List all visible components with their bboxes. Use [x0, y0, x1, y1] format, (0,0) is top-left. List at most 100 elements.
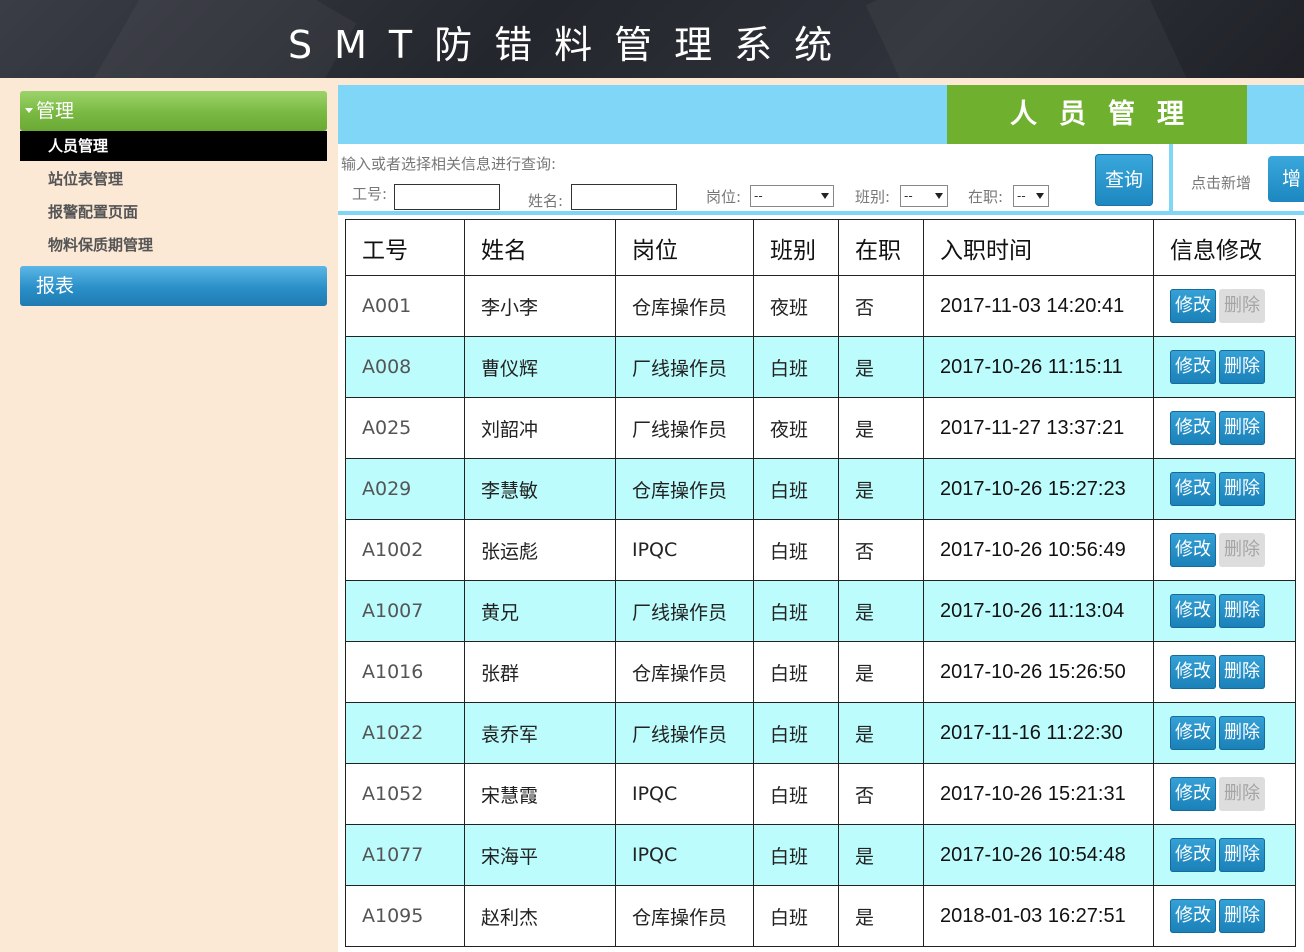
table-row: A1002 张运彪 IPQC 白班否 2017-10-26 10:56:49 修改 删除 [345, 519, 1296, 581]
employee-id-cell: A1002 [345, 519, 465, 581]
edit-button[interactable]: 修改 [1170, 411, 1216, 445]
edit-button[interactable]: 修改 [1170, 838, 1216, 872]
delete-button[interactable]: 删除 [1219, 655, 1265, 689]
name-cell: 张运彪 [464, 519, 616, 581]
sidebar-group-manage[interactable]: 管理 [20, 91, 327, 131]
shift-label: 班别: [855, 188, 891, 206]
page-title: 人员管理 [947, 85, 1247, 144]
post-select-value: -- [754, 189, 763, 203]
dropdown-arrow-icon [821, 193, 829, 199]
edit-button[interactable]: 修改 [1170, 655, 1216, 689]
table-row: A1022 袁乔军 厂线操作员 白班是 2017-11-16 11:22:30 修改 删除 [345, 702, 1296, 764]
edit-button[interactable]: 修改 [1170, 350, 1216, 384]
app-title: SMT防错料管理系统 [288, 23, 855, 67]
name-cell: 宋慧霞 [464, 763, 616, 825]
hire-time-cell: 2017-10-26 15:26:50 [923, 641, 1154, 703]
edit-button[interactable]: 修改 [1170, 777, 1216, 811]
shift-select-value: -- [904, 189, 913, 203]
employee-id-cell: A1077 [345, 824, 465, 886]
name-cell: 宋海平 [464, 824, 616, 886]
actions-cell: 修改 删除 [1153, 458, 1296, 520]
shift-cell: 白班 [753, 824, 839, 886]
employed-label: 在职: [968, 188, 1004, 206]
delete-button[interactable]: 删除 [1219, 350, 1265, 384]
shift-select[interactable]: -- [900, 185, 948, 207]
employee-id-cell: A008 [345, 336, 465, 398]
post-cell: IPQC [615, 824, 754, 886]
delete-button[interactable]: 删除 [1219, 472, 1265, 506]
employed-select[interactable]: -- [1013, 185, 1049, 207]
table-row: A1016 张群 仓库操作员 白班是 2017-10-26 15:26:50 修改 删除 [345, 641, 1296, 703]
search-panel: 输入或者选择相关信息进行查询: 工号: 姓名: 岗位: -- 班别: -- 在职… [338, 144, 1304, 215]
employed-cell: 否 [838, 763, 924, 825]
header-hire-time[interactable]: 入职时间 [923, 219, 1154, 276]
name-input[interactable] [571, 184, 677, 210]
table-row: A001 李小李 仓库操作员 夜班否 2017-11-03 14:20:41 修改 删除 [345, 275, 1296, 337]
table-row: A029 李慧敏 仓库操作员 白班是 2017-10-26 15:27:23 修改 删除 [345, 458, 1296, 520]
employee-id-input[interactable] [394, 184, 500, 210]
name-cell: 黄兄 [464, 580, 616, 642]
sidebar-group-label: 报表 [36, 275, 75, 297]
post-select[interactable]: -- [750, 185, 834, 207]
sidebar: 管理 人员管理 站位表管理 报警配置页面 物料保质期管理 报表 [0, 78, 338, 952]
edit-button[interactable]: 修改 [1170, 899, 1216, 933]
header-name[interactable]: 姓名 [464, 219, 616, 276]
edit-button[interactable]: 修改 [1170, 716, 1216, 750]
delete-button[interactable]: 删除 [1219, 411, 1265, 445]
delete-button[interactable]: 删除 [1219, 899, 1265, 933]
shift-cell: 白班 [753, 885, 839, 947]
personnel-table: 工号 姓名 岗位 班别 在职 入职时间 信息修改 A001 李小李 仓库操作员 夜班否… [345, 219, 1296, 947]
app-header: SMT防错料管理系统 [0, 0, 1304, 78]
delete-button[interactable]: 删除 [1219, 716, 1265, 750]
post-cell: 仓库操作员 [615, 641, 754, 703]
sidebar-item-alarm-config[interactable]: 报警配置页面 [20, 197, 327, 227]
sidebar-item-station-table[interactable]: 站位表管理 [20, 164, 327, 194]
add-button[interactable]: 增 [1268, 156, 1304, 202]
query-button[interactable]: 查询 [1095, 154, 1153, 206]
employee-id-cell: A1022 [345, 702, 465, 764]
dropdown-arrow-icon [1036, 193, 1044, 199]
sidebar-item-personnel[interactable]: 人员管理 [20, 131, 327, 161]
edit-button[interactable]: 修改 [1170, 533, 1216, 567]
table-row: A1095 赵利杰 仓库操作员 白班是 2018-01-03 16:27:51 修改 删除 [345, 885, 1296, 947]
name-cell: 曹仪辉 [464, 336, 616, 398]
shift-cell: 白班 [753, 641, 839, 703]
delete-button[interactable]: 删除 [1219, 594, 1265, 628]
header-post[interactable]: 岗位 [615, 219, 754, 276]
header-employed[interactable]: 在职 [838, 219, 924, 276]
employee-id-cell: A1016 [345, 641, 465, 703]
shift-cell: 白班 [753, 763, 839, 825]
hire-time-cell: 2017-11-27 13:37:21 [923, 397, 1154, 459]
edit-button[interactable]: 修改 [1170, 594, 1216, 628]
delete-button-disabled: 删除 [1219, 533, 1265, 567]
employed-cell: 是 [838, 885, 924, 947]
edit-button[interactable]: 修改 [1170, 289, 1216, 323]
actions-cell: 修改 删除 [1153, 885, 1296, 947]
employed-cell: 是 [838, 458, 924, 520]
employee-id-cell: A1007 [345, 580, 465, 642]
post-cell: 仓库操作员 [615, 458, 754, 520]
header-actions: 信息修改 [1153, 219, 1296, 276]
employee-id-cell: A1095 [345, 885, 465, 947]
employed-cell: 是 [838, 824, 924, 886]
hire-time-cell: 2017-11-16 11:22:30 [923, 702, 1154, 764]
add-hint: 点击新增 [1191, 174, 1252, 192]
sidebar-group-reports[interactable]: 报表 [20, 266, 327, 306]
edit-button[interactable]: 修改 [1170, 472, 1216, 506]
post-cell: 厂线操作员 [615, 580, 754, 642]
delete-button-disabled: 删除 [1219, 289, 1265, 323]
delete-button[interactable]: 删除 [1219, 838, 1265, 872]
post-cell: IPQC [615, 519, 754, 581]
sidebar-item-shelf-life[interactable]: 物料保质期管理 [20, 230, 327, 260]
delete-button-disabled: 删除 [1219, 777, 1265, 811]
employee-id-cell: A029 [345, 458, 465, 520]
header-employee-id[interactable]: 工号 [345, 219, 465, 276]
shift-cell: 白班 [753, 580, 839, 642]
name-cell: 刘韶冲 [464, 397, 616, 459]
table-row: A008 曹仪辉 厂线操作员 白班是 2017-10-26 11:15:11 修改 删除 [345, 336, 1296, 398]
header-shift[interactable]: 班别 [753, 219, 839, 276]
header-decoration [865, 0, 1195, 78]
employed-cell: 是 [838, 641, 924, 703]
table-header-row: 工号 姓名 岗位 班别 在职 入职时间 信息修改 [345, 219, 1296, 276]
table-row: A1007 黄兄 厂线操作员 白班是 2017-10-26 11:13:04 修改 删除 [345, 580, 1296, 642]
